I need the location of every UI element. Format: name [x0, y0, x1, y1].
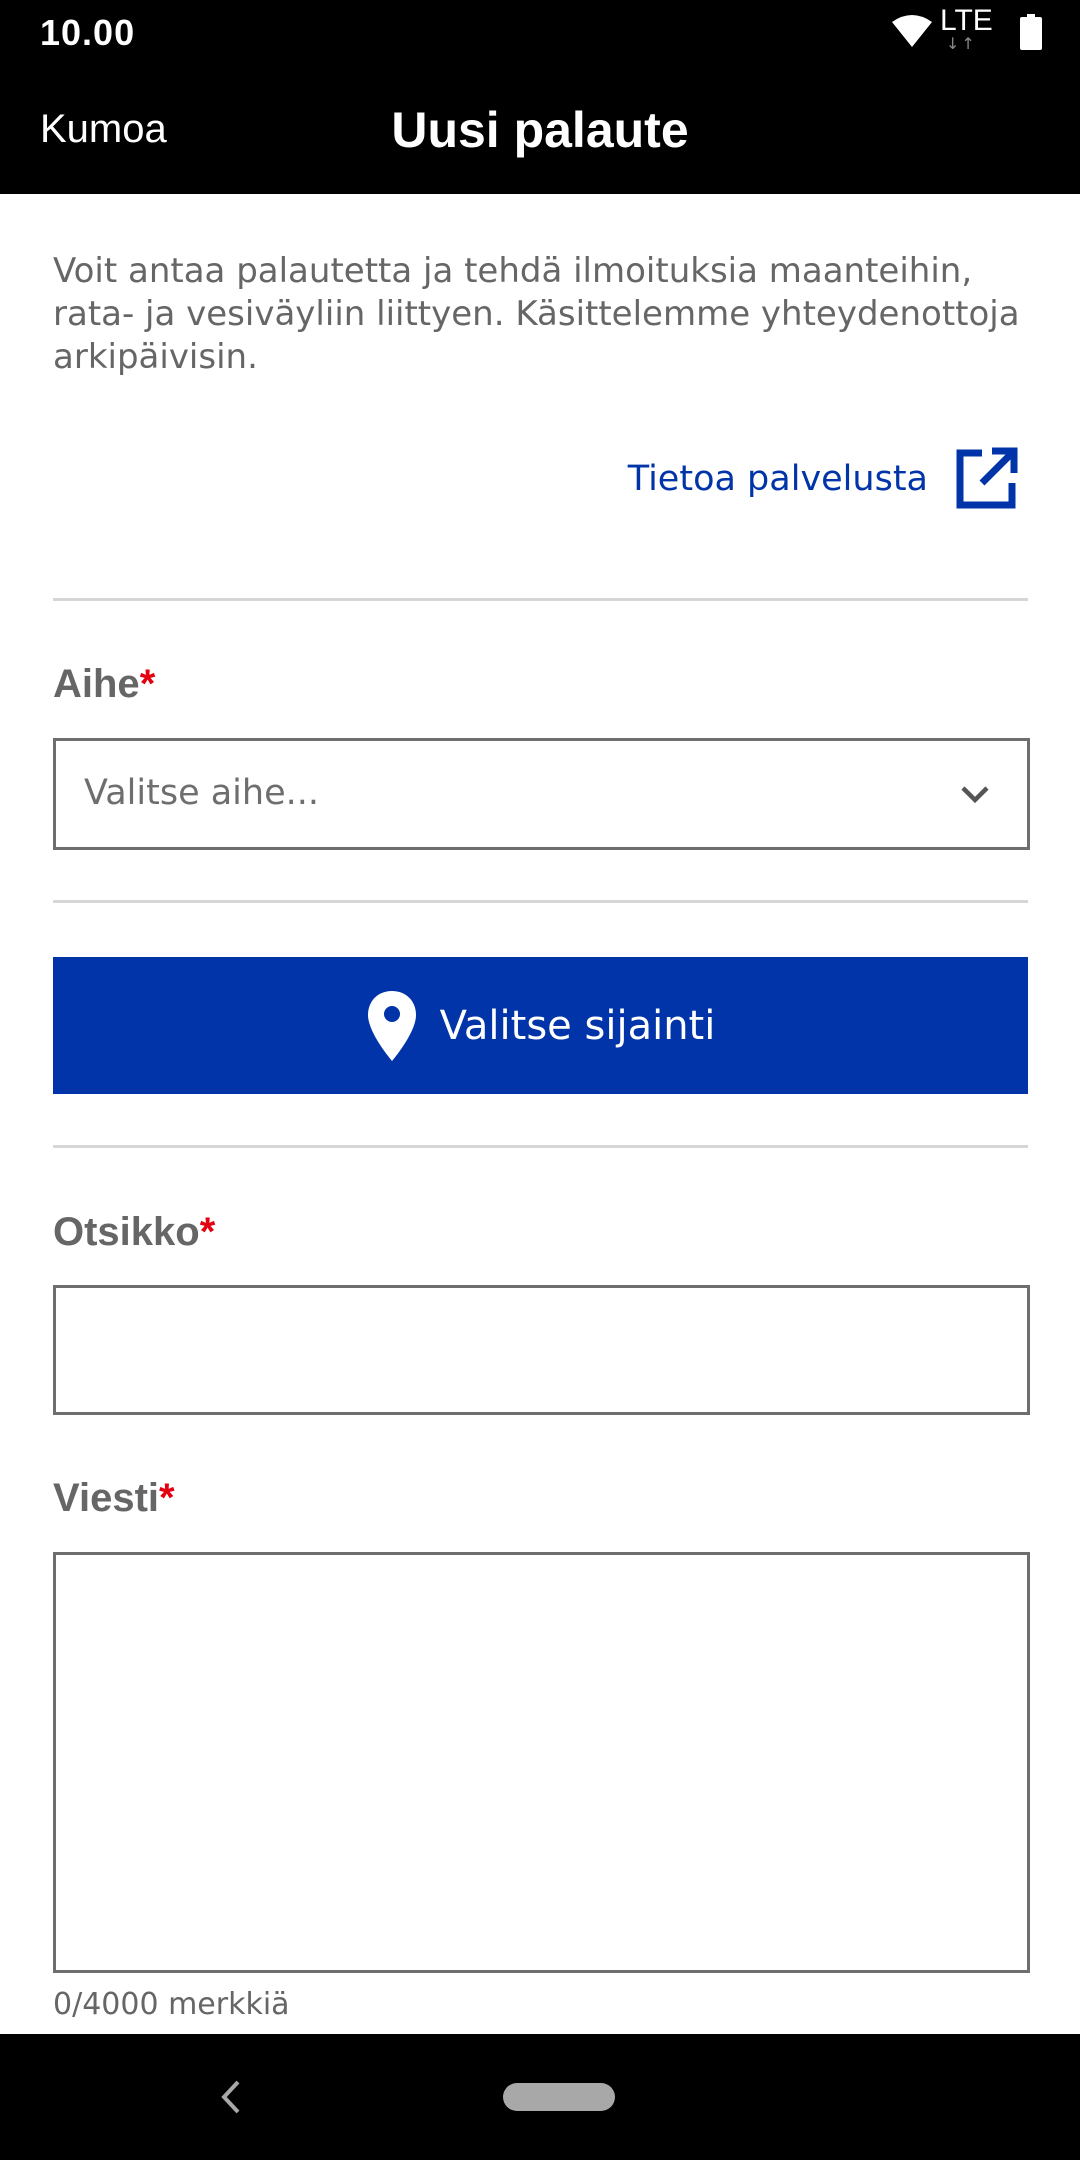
topic-label-text: Aihe: [53, 662, 140, 706]
subject-label: Otsikko*: [53, 1208, 215, 1256]
divider: [53, 900, 1028, 903]
app-bar: Uusi palaute Kumoa: [0, 66, 1080, 194]
select-location-button[interactable]: Valitse sijainti: [53, 957, 1028, 1094]
topic-select[interactable]: Valitse aihe...: [53, 738, 1030, 850]
chevron-down-icon: [961, 786, 989, 804]
topic-label: Aihe*: [53, 660, 155, 708]
data-arrows-icon: ↓↑: [946, 34, 977, 53]
navigation-bar: [0, 2034, 1080, 2160]
intro-text: Voit antaa palautetta ja tehdä ilmoituks…: [53, 251, 1020, 377]
subject-label-text: Otsikko: [53, 1210, 200, 1254]
map-pin-icon: [367, 990, 416, 1061]
back-icon[interactable]: [216, 2078, 246, 2116]
external-link-icon: [956, 447, 1018, 509]
divider: [53, 1145, 1028, 1148]
message-label-text: Viesti: [53, 1476, 159, 1520]
status-time: 10.00: [40, 12, 136, 53]
topic-select-placeholder: Valitse aihe...: [84, 773, 320, 813]
info-link[interactable]: Tietoa palvelusta: [628, 444, 1020, 514]
character-counter: 0/4000 merkkiä: [53, 1987, 290, 2022]
status-bar: 10.00 LTE ↓↑: [0, 0, 1080, 66]
required-mark: *: [159, 1476, 175, 1520]
lte-label: LTE: [940, 4, 993, 37]
home-handle[interactable]: [503, 2083, 615, 2111]
message-label: Viesti*: [53, 1474, 175, 1522]
divider: [53, 598, 1028, 601]
required-mark: *: [199, 1210, 216, 1254]
cancel-button[interactable]: Kumoa: [40, 104, 167, 154]
wifi-icon: [892, 15, 932, 47]
message-textarea[interactable]: [53, 1552, 1030, 1973]
subject-input[interactable]: [53, 1285, 1030, 1415]
battery-icon: [1020, 14, 1042, 50]
lte-icon: LTE ↓↑: [940, 6, 996, 52]
select-location-label: Valitse sijainti: [439, 1002, 716, 1049]
info-link-label: Tietoa palvelusta: [627, 459, 928, 499]
required-mark: *: [139, 662, 156, 706]
